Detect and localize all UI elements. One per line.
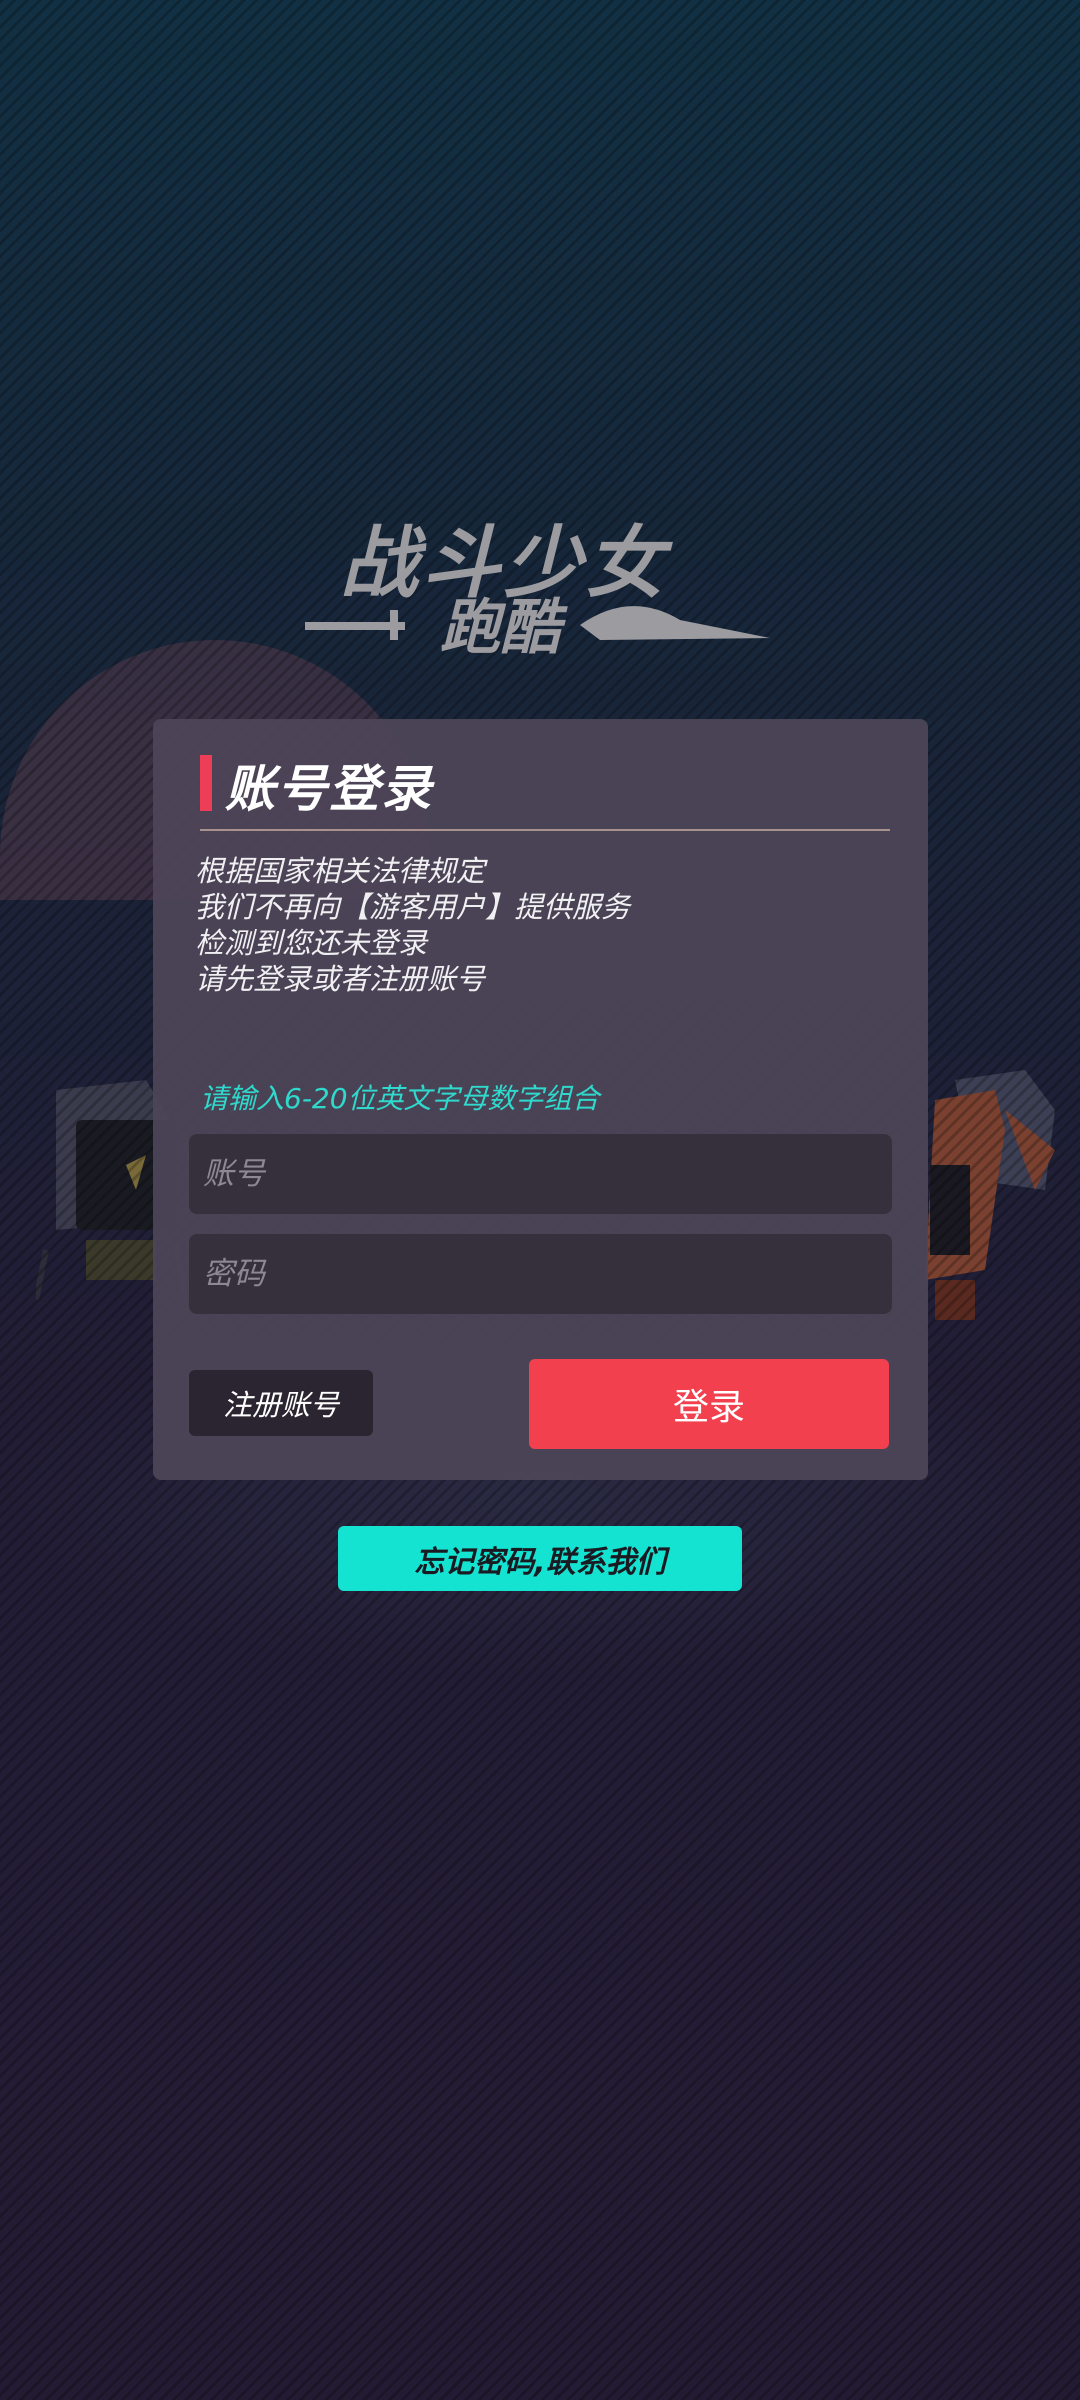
game-logo: 战斗少女 跑酷 [305, 520, 770, 655]
account-input[interactable] [189, 1134, 892, 1214]
register-button[interactable]: 注册账号 [189, 1370, 373, 1436]
title-accent-bar [200, 755, 212, 811]
background-character-right [925, 1070, 1055, 1320]
panel-title: 账号登录 [225, 760, 433, 818]
logo-subtitle-text: 跑酷 [440, 593, 568, 655]
notice-line: 请先登录或者注册账号 [195, 962, 486, 996]
input-hint: 请输入6-20位英文字母数字组合 [200, 1082, 600, 1115]
notice-line: 检测到您还未登录 [195, 926, 428, 960]
password-input[interactable] [189, 1234, 892, 1314]
login-panel: 账号登录 根据国家相关法律规定 我们不再向【游客用户】提供服务 检测到您还未登录… [153, 719, 928, 1480]
notice-line: 根据国家相关法律规定 [195, 854, 486, 888]
login-notice: 根据国家相关法律规定 我们不再向【游客用户】提供服务 检测到您还未登录 请先登录… [195, 853, 895, 997]
title-divider [200, 829, 890, 831]
forgot-password-button[interactable]: 忘记密码,联系我们 [338, 1526, 742, 1591]
notice-line: 我们不再向【游客用户】提供服务 [195, 890, 631, 924]
login-button[interactable]: 登录 [529, 1359, 889, 1449]
